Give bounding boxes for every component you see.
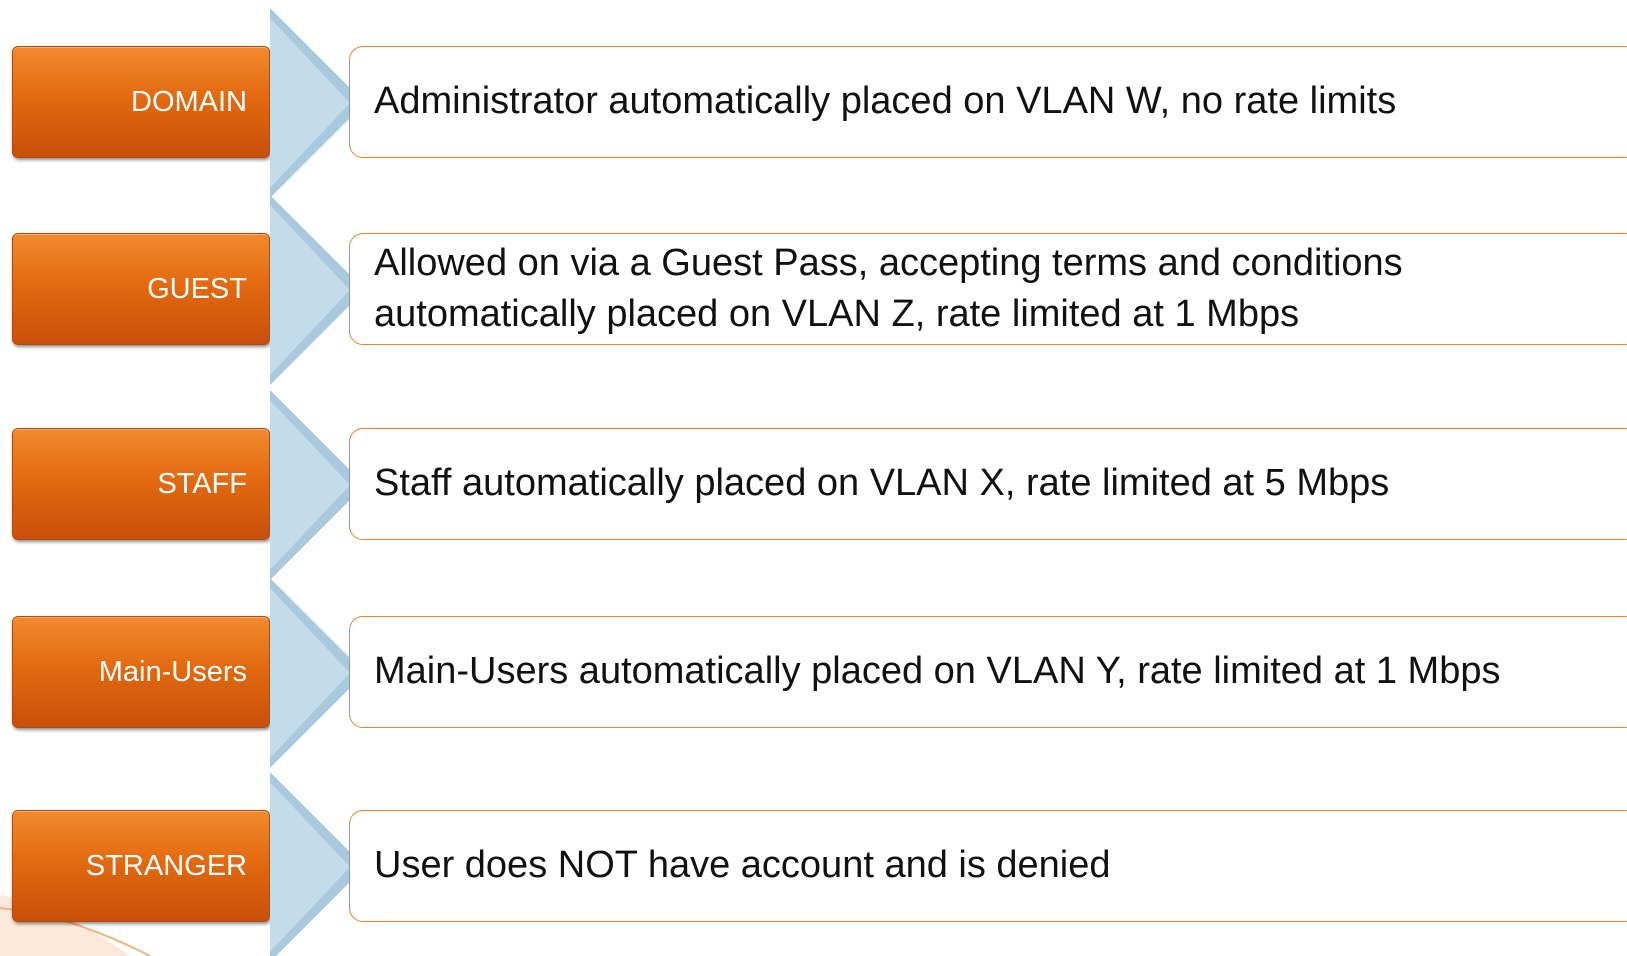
flow-row-guest: GUEST Allowed on via a Guest Pass, accep… xyxy=(0,195,1627,385)
category-box-domain: DOMAIN xyxy=(12,46,270,158)
category-label: STRANGER xyxy=(85,849,247,882)
category-label: GUEST xyxy=(147,272,247,305)
description-box-main-users: Main-Users automatically placed on VLAN … xyxy=(349,616,1627,728)
description-text: Staff automatically placed on VLAN X, ra… xyxy=(374,462,1390,505)
flow-row-domain: DOMAIN Administrator automatically place… xyxy=(0,8,1627,198)
description-text: Administrator automatically placed on VL… xyxy=(374,80,1397,123)
description-box-domain: Administrator automatically placed on VL… xyxy=(349,46,1627,158)
category-label: STAFF xyxy=(157,467,247,500)
category-label: Main-Users xyxy=(98,655,247,688)
category-box-staff: STAFF xyxy=(12,428,270,540)
description-text: User does NOT have account and is denied xyxy=(374,844,1111,887)
flow-row-stranger: STRANGER User does NOT have account and … xyxy=(0,772,1627,956)
description-text: Main-Users automatically placed on VLAN … xyxy=(374,650,1501,693)
category-label: DOMAIN xyxy=(131,85,247,118)
description-box-stranger: User does NOT have account and is denied xyxy=(349,810,1627,922)
description-text: Allowed on via a Guest Pass, accepting t… xyxy=(374,241,1403,335)
category-box-stranger: STRANGER xyxy=(12,810,270,922)
category-box-guest: GUEST xyxy=(12,233,270,345)
description-box-staff: Staff automatically placed on VLAN X, ra… xyxy=(349,428,1627,540)
flow-row-main-users: Main-Users Main-Users automatically plac… xyxy=(0,578,1627,768)
category-box-main-users: Main-Users xyxy=(12,616,270,728)
flow-row-staff: STAFF Staff automatically placed on VLAN… xyxy=(0,390,1627,580)
description-box-guest: Allowed on via a Guest Pass, accepting t… xyxy=(349,233,1627,345)
